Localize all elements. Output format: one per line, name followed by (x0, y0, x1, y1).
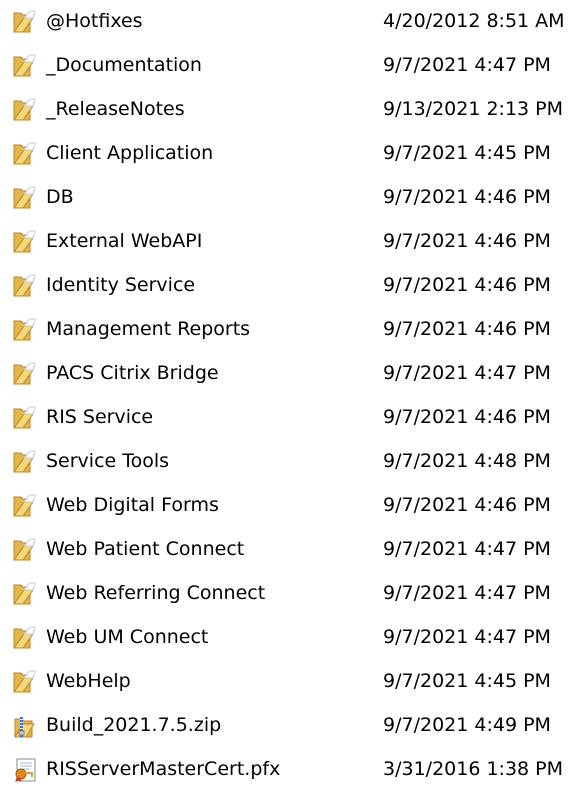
file-row[interactable]: Service Tools 9/7/2021 4:48 PM (0, 440, 571, 484)
file-name: DB (46, 186, 74, 208)
folder-icon (11, 97, 39, 123)
file-name: @Hotfixes (46, 10, 143, 32)
date-modified: 9/7/2021 4:47 PM (383, 362, 551, 384)
folder-icon (11, 581, 39, 607)
file-name: RIS Service (46, 406, 154, 428)
file-name: WebHelp (46, 670, 131, 692)
file-row[interactable]: @Hotfixes 4/20/2012 8:51 AM (0, 0, 571, 44)
file-row[interactable]: RISServerMasterCert.pfx 3/31/2016 1:38 PM (0, 748, 571, 792)
file-row[interactable]: Management Reports 9/7/2021 4:46 PM (0, 308, 571, 352)
file-row[interactable]: Web Patient Connect 9/7/2021 4:47 PM (0, 528, 571, 572)
date-modified: 9/7/2021 4:47 PM (383, 626, 551, 648)
file-row[interactable]: Build_2021.7.5.zip 9/7/2021 4:49 PM (0, 704, 571, 748)
certificate-icon (11, 757, 39, 783)
date-modified: 9/7/2021 4:45 PM (383, 142, 551, 164)
date-modified: 9/7/2021 4:47 PM (383, 54, 551, 76)
date-modified: 3/31/2016 1:38 PM (383, 758, 564, 780)
date-modified: 9/7/2021 4:47 PM (383, 538, 551, 560)
file-row[interactable]: Client Application 9/7/2021 4:45 PM (0, 132, 571, 176)
file-row[interactable]: External WebAPI 9/7/2021 4:46 PM (0, 220, 571, 264)
folder-icon (11, 185, 39, 211)
folder-icon (11, 273, 39, 299)
file-name: Service Tools (46, 450, 170, 472)
folder-icon (11, 361, 39, 387)
file-name: _ReleaseNotes (46, 98, 185, 120)
folder-icon (11, 449, 39, 475)
folder-icon (11, 537, 39, 563)
file-row[interactable]: WebHelp 9/7/2021 4:45 PM (0, 660, 571, 704)
file-row[interactable]: _Documentation 9/7/2021 4:47 PM (0, 44, 571, 88)
file-name: Management Reports (46, 318, 251, 340)
file-name: Web UM Connect (46, 626, 209, 648)
zip-archive-icon (11, 713, 39, 739)
date-modified: 9/7/2021 4:46 PM (383, 406, 551, 428)
date-modified: 4/20/2012 8:51 AM (383, 10, 565, 32)
folder-icon (11, 53, 39, 79)
file-row[interactable]: PACS Citrix Bridge 9/7/2021 4:47 PM (0, 352, 571, 396)
date-modified: 9/7/2021 4:48 PM (383, 450, 551, 472)
file-row[interactable]: RIS Service 9/7/2021 4:46 PM (0, 396, 571, 440)
file-row[interactable]: _ReleaseNotes 9/13/2021 2:13 PM (0, 88, 571, 132)
file-row[interactable]: DB 9/7/2021 4:46 PM (0, 176, 571, 220)
folder-icon (11, 669, 39, 695)
date-modified: 9/7/2021 4:45 PM (383, 670, 551, 692)
file-name: RISServerMasterCert.pfx (46, 758, 281, 780)
date-modified: 9/7/2021 4:47 PM (383, 582, 551, 604)
file-name: Build_2021.7.5.zip (46, 714, 222, 736)
folder-icon (11, 9, 39, 35)
date-modified: 9/7/2021 4:46 PM (383, 230, 551, 252)
date-modified: 9/7/2021 4:46 PM (383, 186, 551, 208)
folder-icon (11, 625, 39, 651)
folder-icon (11, 317, 39, 343)
file-name: PACS Citrix Bridge (46, 362, 219, 384)
date-modified: 9/7/2021 4:46 PM (383, 274, 551, 296)
file-name: Client Application (46, 142, 214, 164)
date-modified: 9/7/2021 4:49 PM (383, 714, 551, 736)
file-name: Web Referring Connect (46, 582, 266, 604)
folder-icon (11, 493, 39, 519)
file-row[interactable]: Web Referring Connect 9/7/2021 4:47 PM (0, 572, 571, 616)
file-row[interactable]: Identity Service 9/7/2021 4:46 PM (0, 264, 571, 308)
file-row[interactable]: Web UM Connect 9/7/2021 4:47 PM (0, 616, 571, 660)
folder-icon (11, 229, 39, 255)
file-name: Identity Service (46, 274, 196, 296)
folder-icon (11, 141, 39, 167)
file-name: Web Patient Connect (46, 538, 245, 560)
date-modified: 9/13/2021 2:13 PM (383, 98, 564, 120)
date-modified: 9/7/2021 4:46 PM (383, 494, 551, 516)
file-name: Web Digital Forms (46, 494, 219, 516)
date-modified: 9/7/2021 4:46 PM (383, 318, 551, 340)
file-name: External WebAPI (46, 230, 203, 252)
file-list: @Hotfixes 4/20/2012 8:51 AM _Documentation… (0, 0, 571, 786)
folder-icon (11, 405, 39, 431)
file-name: _Documentation (46, 54, 202, 76)
file-row[interactable]: Web Digital Forms 9/7/2021 4:46 PM (0, 484, 571, 528)
